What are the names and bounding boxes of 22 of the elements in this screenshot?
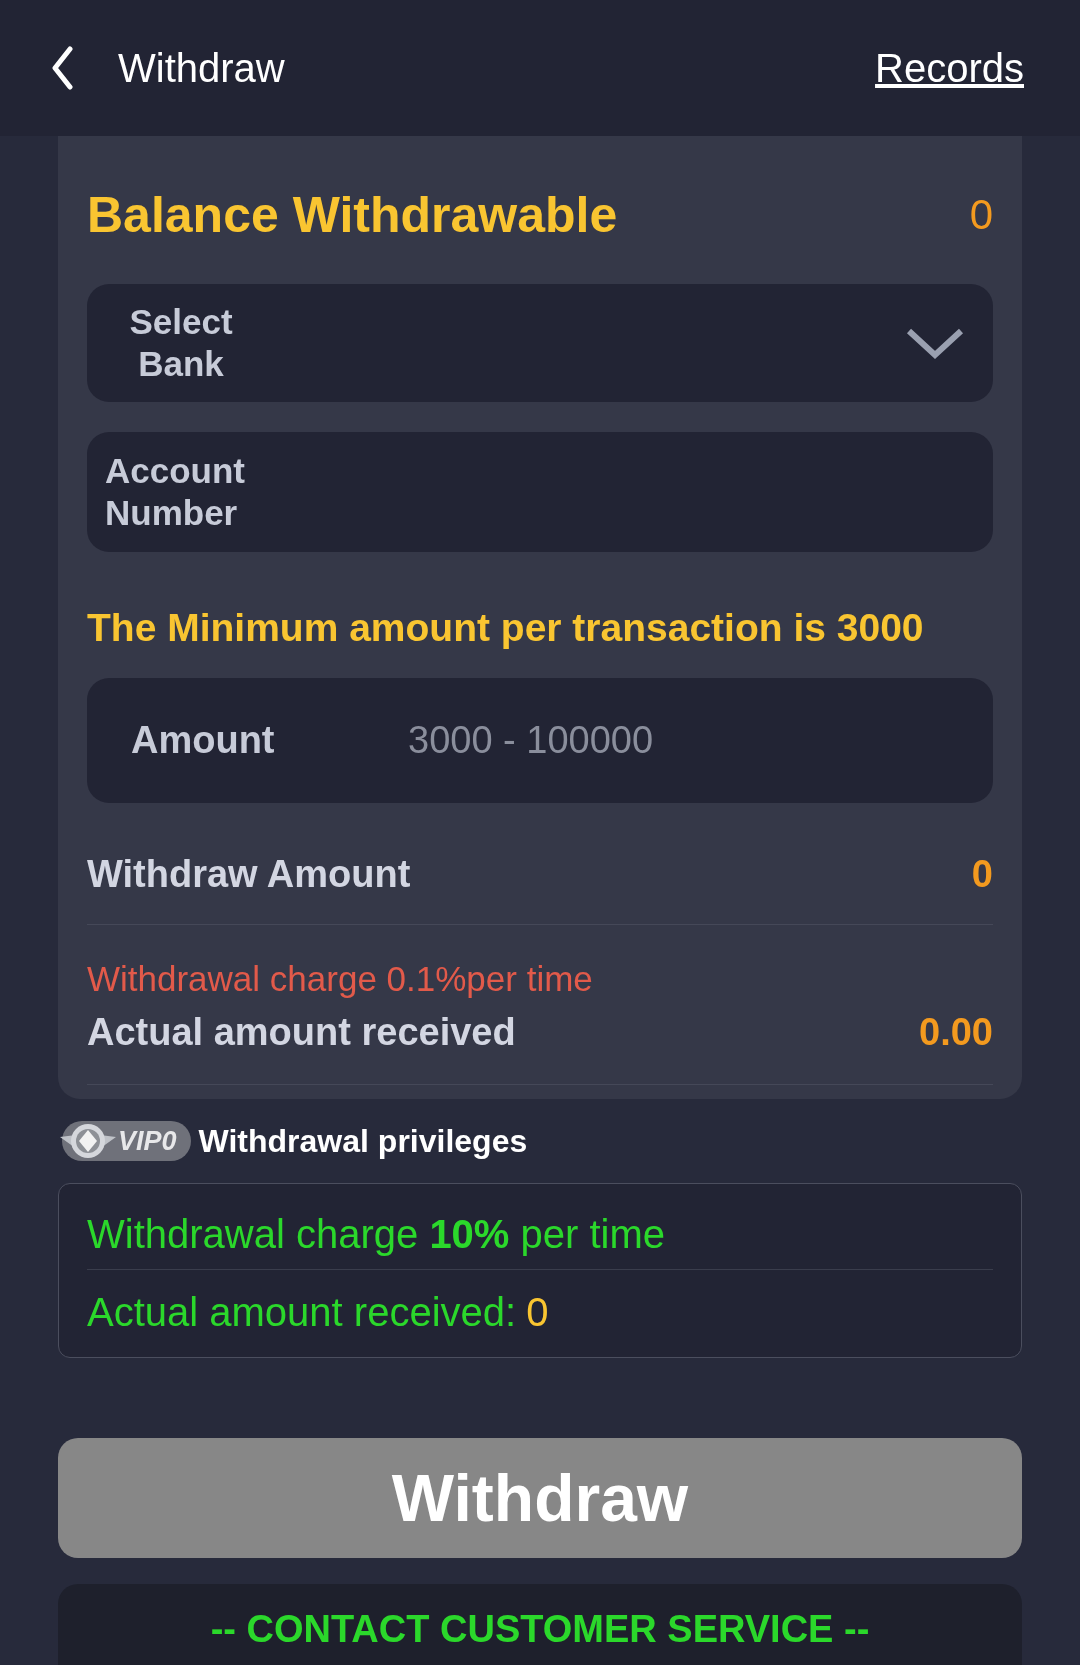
- privilege-charge: Withdrawal charge 10% per time: [87, 1192, 993, 1270]
- actual-received-value: 0.00: [919, 1011, 993, 1054]
- balance-value: 0: [969, 191, 993, 239]
- withdraw-amount-label: Withdraw Amount: [87, 853, 411, 896]
- privileges-title: Withdrawal privileges: [198, 1122, 528, 1160]
- minimum-amount-note: The Minimum amount per transaction is 3000: [87, 606, 925, 650]
- bank-select[interactable]: Select Bank: [87, 284, 993, 402]
- contact-service-link[interactable]: -- CONTACT CUSTOMER SERVICE --: [210, 1608, 870, 1652]
- amount-input[interactable]: 3000 - 100000: [406, 718, 810, 763]
- privilege-received-value: 0: [526, 1290, 549, 1334]
- balance-label: Balance Withdrawable: [87, 186, 618, 244]
- privilege-received-label: Actual amount received:: [87, 1290, 517, 1334]
- withdraw-amount-value: 0: [971, 853, 993, 896]
- charge-note: Withdrawal charge 0.1%per time: [87, 959, 594, 999]
- amount-label: Amount: [131, 719, 276, 762]
- vip-badge: VIP0: [62, 1121, 191, 1161]
- account-number-field[interactable]: Account Number: [87, 432, 993, 552]
- page-title: Withdraw: [118, 45, 285, 91]
- records-link[interactable]: Records: [875, 45, 1024, 91]
- back-icon[interactable]: [50, 46, 74, 90]
- actual-received-label: Actual amount received: [87, 1011, 516, 1054]
- diamond-emblem-icon: [58, 1121, 118, 1161]
